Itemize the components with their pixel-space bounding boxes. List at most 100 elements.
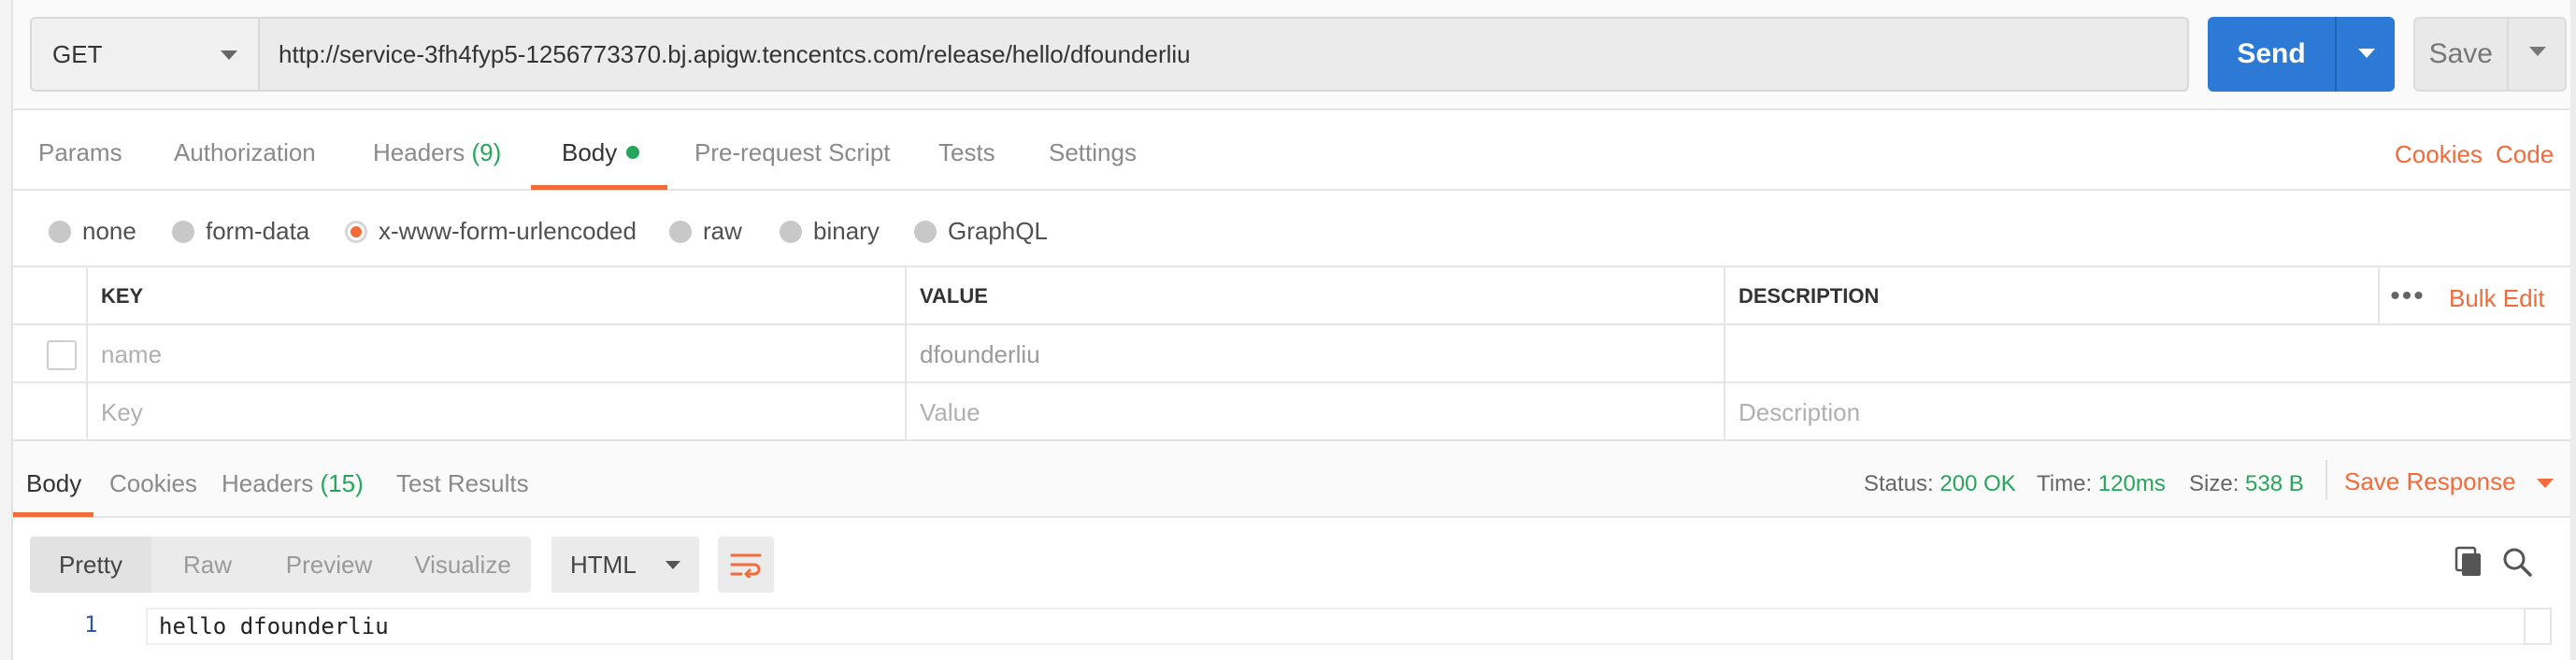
radio-circle bbox=[780, 220, 802, 243]
status-label: Status: bbox=[1864, 471, 1934, 496]
body-type-selector: none form-data x-www-form-urlencoded raw… bbox=[13, 191, 2570, 267]
code-link[interactable]: Code bbox=[2496, 140, 2554, 169]
radio-label: form-data bbox=[206, 217, 310, 245]
tab-settings[interactable]: Settings bbox=[1049, 138, 1137, 167]
key-cell[interactable]: name bbox=[86, 325, 905, 383]
row-enable-checkbox[interactable] bbox=[47, 340, 77, 370]
headers-count: (15) bbox=[320, 469, 364, 497]
tab-pre-request-script[interactable]: Pre-request Script bbox=[694, 138, 891, 167]
tab-tests[interactable]: Tests bbox=[938, 138, 995, 167]
table-row: name dfounderliu bbox=[13, 325, 2570, 383]
code-line[interactable]: hello dfounderliu bbox=[146, 608, 2524, 645]
radio-form-data[interactable]: form-data bbox=[172, 217, 309, 246]
description-cell[interactable] bbox=[1724, 325, 2570, 383]
url-input[interactable]: http://service-3fh4fyp5-1256773370.bj.ap… bbox=[258, 17, 2189, 92]
radio-circle bbox=[669, 220, 692, 243]
bulk-edit-link[interactable]: Bulk Edit bbox=[2449, 284, 2545, 313]
send-button[interactable]: Send bbox=[2208, 17, 2395, 92]
response-tabs: Body Cookies Headers (15) Test Results S… bbox=[13, 441, 2570, 518]
table-row-new: Key Value Description bbox=[13, 383, 2570, 441]
format-select[interactable]: HTML bbox=[551, 537, 699, 593]
chevron-down-icon bbox=[221, 50, 237, 60]
new-description-input[interactable]: Description bbox=[1724, 383, 2570, 441]
radio-label: binary bbox=[813, 217, 880, 245]
tab-params[interactable]: Params bbox=[38, 138, 122, 167]
method-label: GET bbox=[52, 39, 103, 68]
tab-label: Body bbox=[26, 469, 82, 497]
size-label: Size: bbox=[2189, 471, 2240, 496]
tab-label: Settings bbox=[1049, 138, 1137, 166]
radio-label: raw bbox=[703, 217, 742, 245]
status-readout: Status: 200 OK bbox=[1864, 471, 2016, 497]
chevron-down-icon[interactable] bbox=[2537, 479, 2554, 488]
value-header: VALUE bbox=[905, 267, 1724, 325]
save-options-button[interactable] bbox=[2506, 17, 2565, 92]
request-tabs: Params Authorization Headers (9) Body Pr… bbox=[13, 110, 2570, 191]
new-key-input[interactable]: Key bbox=[86, 383, 905, 441]
response-body-viewer: 1 hello dfounderliu bbox=[13, 608, 2570, 660]
radio-label: x-www-form-urlencoded bbox=[379, 217, 637, 245]
tab-label: Headers bbox=[373, 138, 465, 166]
tab-response-body[interactable]: Body bbox=[26, 469, 81, 498]
table-header-row: KEY VALUE DESCRIPTION ••• Bulk Edit bbox=[13, 267, 2570, 325]
value-cell[interactable]: dfounderliu bbox=[905, 325, 1724, 383]
tab-response-cookies[interactable]: Cookies bbox=[109, 469, 197, 498]
divider bbox=[2326, 460, 2327, 499]
cookies-link[interactable]: Cookies bbox=[2395, 140, 2483, 169]
status-value: 200 OK bbox=[1939, 471, 2016, 496]
code-scrollbar[interactable] bbox=[2524, 608, 2552, 645]
tab-label: Headers bbox=[222, 469, 314, 497]
size-value: 538 B bbox=[2245, 471, 2304, 496]
view-visualize-button[interactable]: Visualize bbox=[394, 537, 531, 593]
wrap-lines-button[interactable] bbox=[718, 537, 774, 593]
url-text: http://service-3fh4fyp5-1256773370.bj.ap… bbox=[279, 39, 1191, 68]
radio-raw[interactable]: raw bbox=[669, 217, 742, 246]
radio-none[interactable]: none bbox=[49, 217, 136, 246]
tab-test-results[interactable]: Test Results bbox=[396, 469, 529, 498]
radio-circle bbox=[49, 220, 71, 243]
headers-count: (9) bbox=[471, 138, 502, 166]
save-label: Save bbox=[2428, 38, 2493, 69]
format-label: HTML bbox=[570, 550, 637, 579]
radio-graphql[interactable]: GraphQL bbox=[914, 217, 1048, 246]
tab-label: Body bbox=[562, 138, 618, 166]
view-mode-group: Pretty Raw Preview Visualize bbox=[30, 537, 531, 593]
save-response-button[interactable]: Save Response bbox=[2344, 467, 2516, 496]
tab-label: Authorization bbox=[174, 138, 316, 166]
tab-authorization[interactable]: Authorization bbox=[174, 138, 316, 167]
new-value-input[interactable]: Value bbox=[905, 383, 1724, 441]
copy-icon[interactable] bbox=[2453, 546, 2484, 582]
radio-binary[interactable]: binary bbox=[780, 217, 880, 246]
time-value: 120ms bbox=[2097, 471, 2166, 496]
search-icon[interactable] bbox=[2501, 546, 2533, 582]
chevron-down-icon bbox=[2358, 49, 2375, 58]
send-label: Send bbox=[2237, 38, 2306, 69]
tab-label: Pre-request Script bbox=[694, 138, 891, 166]
radio-x-www-form-urlencoded[interactable]: x-www-form-urlencoded bbox=[345, 217, 637, 246]
view-preview-button[interactable]: Preview bbox=[264, 537, 394, 593]
wrap-icon bbox=[730, 553, 762, 578]
tab-label: Test Results bbox=[396, 469, 529, 497]
tab-response-headers[interactable]: Headers (15) bbox=[222, 469, 364, 498]
more-options-icon[interactable]: ••• bbox=[2378, 267, 2436, 325]
tab-headers[interactable]: Headers (9) bbox=[373, 138, 501, 167]
view-pretty-button[interactable]: Pretty bbox=[30, 537, 151, 593]
time-readout: Time: 120ms bbox=[2037, 471, 2166, 497]
method-select[interactable]: GET bbox=[30, 17, 260, 92]
save-button[interactable]: Save bbox=[2413, 17, 2567, 92]
right-scroll-edge bbox=[2570, 0, 2576, 660]
left-panel-edge bbox=[0, 0, 13, 660]
radio-circle-selected bbox=[345, 220, 367, 243]
key-header: KEY bbox=[86, 267, 905, 325]
tab-label: Params bbox=[38, 138, 122, 166]
body-status-dot bbox=[626, 146, 640, 159]
tab-body[interactable]: Body bbox=[562, 138, 640, 167]
radio-circle bbox=[914, 220, 937, 243]
description-header: DESCRIPTION bbox=[1724, 267, 2378, 325]
tab-label: Tests bbox=[938, 138, 995, 166]
time-label: Time: bbox=[2037, 471, 2093, 496]
send-options-button[interactable] bbox=[2335, 17, 2395, 92]
view-raw-button[interactable]: Raw bbox=[151, 537, 264, 593]
radio-label: none bbox=[82, 217, 136, 245]
active-tab-indicator bbox=[531, 185, 667, 190]
